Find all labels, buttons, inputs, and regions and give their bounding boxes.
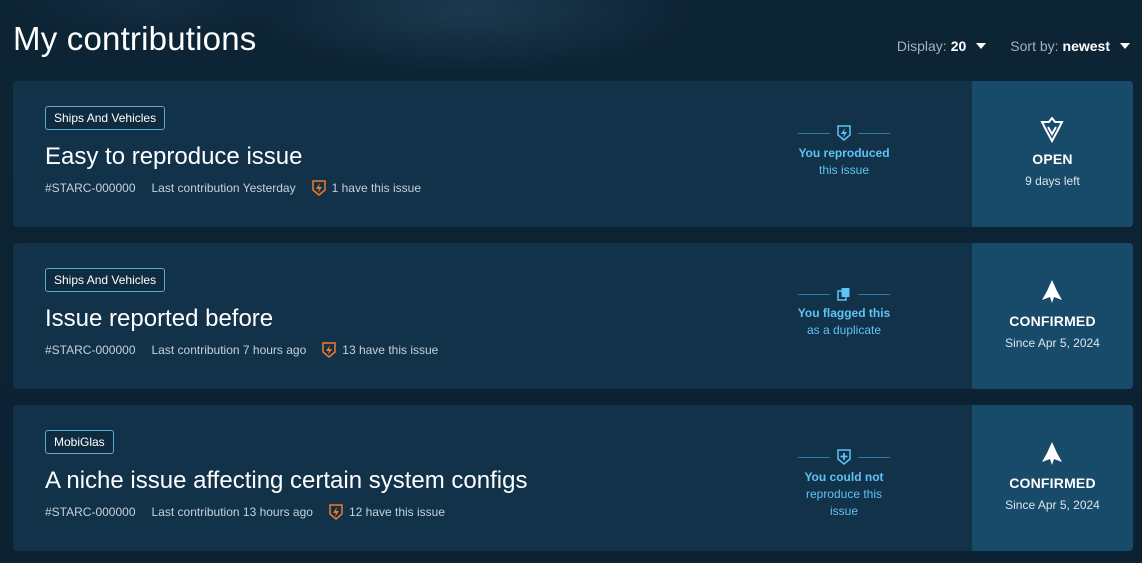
display-value: 20 — [950, 38, 967, 54]
affected-count: 13 have this issue — [322, 342, 438, 358]
page-header: My contributions Display: 20 Sort by: ne… — [0, 0, 1142, 80]
action-text-line1: You flagged this — [797, 306, 891, 320]
affected-count: 12 have this issue — [329, 504, 445, 520]
contributions-list: Ships And Vehicles Easy to reproduce iss… — [13, 81, 1133, 563]
confirmed-ship-icon — [1042, 280, 1062, 303]
issue-title[interactable]: Issue reported before — [45, 305, 273, 333]
affected-count-text: 13 have this issue — [342, 343, 439, 357]
list-controls: Display: 20 Sort by: newest — [897, 38, 1130, 54]
issue-id: #STARC-000000 — [45, 181, 136, 195]
affected-count-text: 1 have this issue — [331, 181, 421, 195]
chevron-down-icon — [976, 43, 987, 49]
page-title: My contributions — [13, 20, 257, 57]
open-emblem-icon — [1040, 117, 1064, 143]
action-text-line1: You reproduced — [798, 146, 890, 160]
status-label: CONFIRMED — [1009, 313, 1096, 329]
affected-count-text: 12 have this issue — [348, 505, 446, 519]
sort-value: newest — [1062, 38, 1110, 54]
status-label: OPEN — [1032, 151, 1073, 167]
issue-id: #STARC-000000 — [45, 343, 136, 357]
divider — [798, 132, 830, 134]
category-tag[interactable]: Ships And Vehicles — [45, 268, 166, 292]
last-contribution: Last contribution Yesterday — [151, 181, 296, 195]
status-label: CONFIRMED — [1009, 475, 1096, 491]
last-contribution: Last contribution 7 hours ago — [151, 343, 307, 357]
status-panel: OPEN 9 days left — [972, 81, 1133, 227]
duplicate-icon — [837, 288, 850, 301]
display-label: Display: — [896, 38, 947, 54]
divider — [858, 456, 890, 458]
shield-plus-icon — [837, 449, 851, 465]
bolt-shield-icon — [311, 180, 326, 196]
action-text-line1: You could not — [804, 470, 884, 484]
contribution-card[interactable]: Ships And Vehicles Easy to reproduce iss… — [13, 81, 1133, 227]
confirmed-ship-icon — [1042, 442, 1062, 465]
bolt-shield-icon — [322, 342, 337, 358]
contribution-action: You reproduced this issue — [796, 125, 892, 179]
sort-label: Sort by: — [1010, 38, 1059, 54]
chevron-down-icon — [1120, 43, 1130, 49]
reproduced-bolt-icon — [837, 125, 851, 141]
divider — [858, 293, 890, 295]
category-tag[interactable]: Ships And Vehicles — [45, 106, 166, 130]
status-panel: CONFIRMED Since Apr 5, 2024 — [972, 405, 1133, 551]
status-sub: 9 days left — [1025, 174, 1080, 188]
sort-dropdown[interactable]: Sort by: newest — [1010, 38, 1130, 54]
issue-title[interactable]: Easy to reproduce issue — [45, 143, 302, 171]
status-sub: Since Apr 5, 2024 — [1005, 498, 1100, 512]
last-contribution: Last contribution 13 hours ago — [151, 505, 313, 519]
divider — [798, 293, 830, 295]
status-sub: Since Apr 5, 2024 — [1005, 336, 1100, 350]
divider — [798, 456, 830, 458]
category-tag[interactable]: MobiGlas — [45, 430, 114, 454]
contribution-action: You could not reproduce this issue — [796, 449, 892, 520]
contribution-card[interactable]: Ships And Vehicles Issue reported before… — [13, 243, 1133, 389]
issue-meta: #STARC-000000 Last contribution Yesterda… — [45, 180, 421, 196]
issue-meta: #STARC-000000 Last contribution 13 hours… — [45, 504, 445, 520]
contribution-card[interactable]: MobiGlas A niche issue affecting certain… — [13, 405, 1133, 551]
divider — [858, 132, 890, 134]
action-text-line2: as a duplicate — [806, 323, 882, 337]
affected-count: 1 have this issue — [311, 180, 421, 196]
contribution-action: You flagged this as a duplicate — [796, 287, 892, 339]
bolt-shield-icon — [329, 504, 343, 520]
action-text-line2: this issue — [818, 163, 870, 177]
issue-title[interactable]: A niche issue affecting certain system c… — [45, 467, 527, 495]
issue-meta: #STARC-000000 Last contribution 7 hours … — [45, 342, 438, 358]
display-dropdown[interactable]: Display: 20 — [896, 38, 987, 54]
issue-id: #STARC-000000 — [45, 505, 136, 519]
action-text-line2: reproduce this issue — [805, 487, 883, 518]
status-panel: CONFIRMED Since Apr 5, 2024 — [972, 243, 1133, 389]
